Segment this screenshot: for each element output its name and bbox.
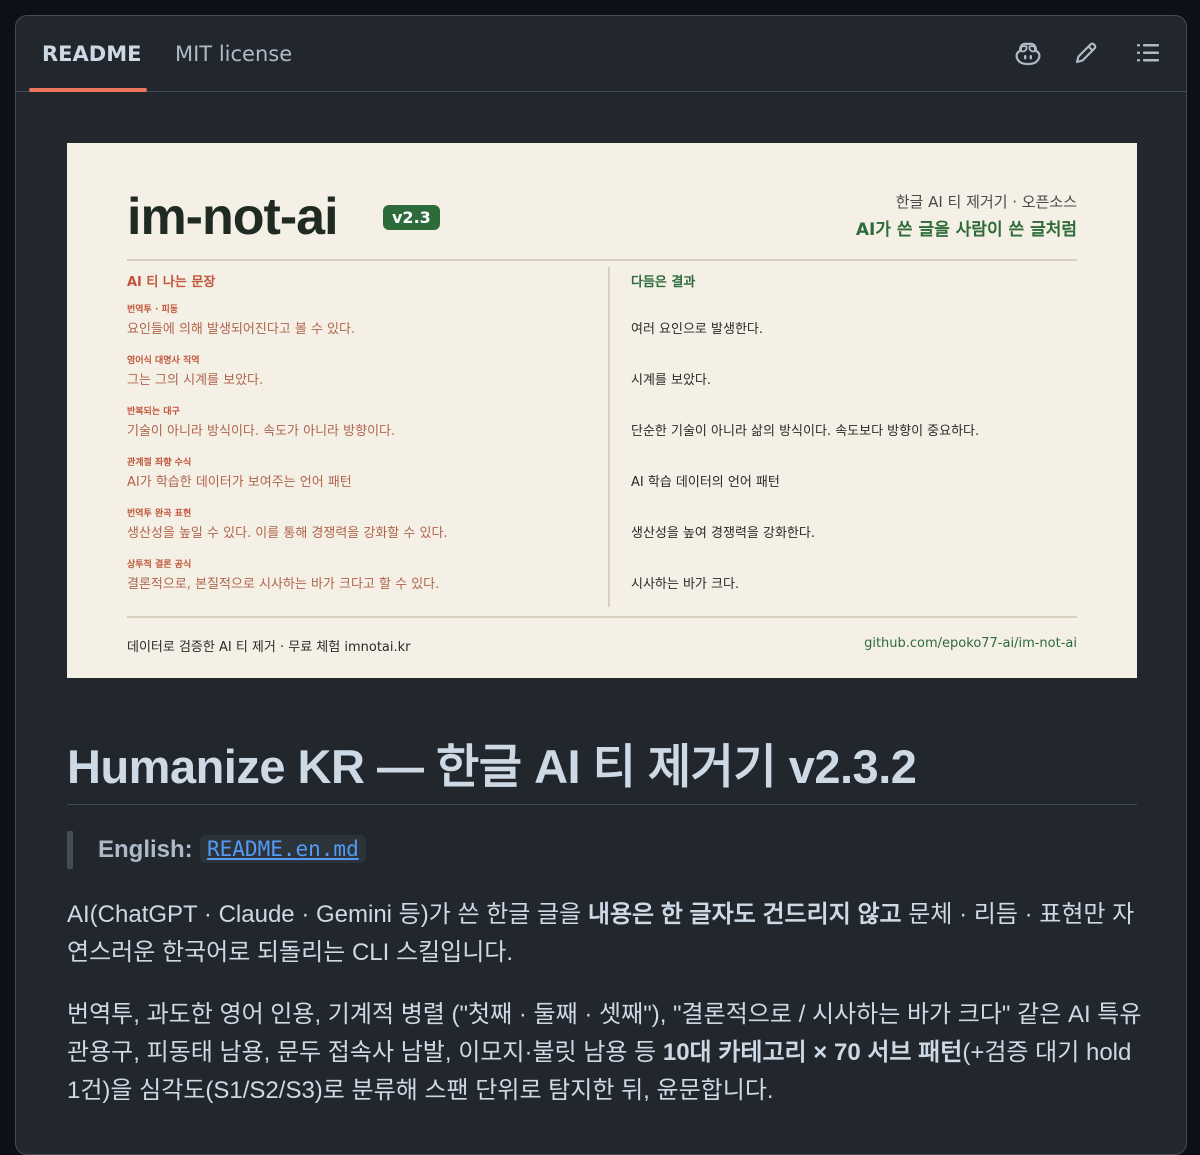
readme-panel: README MIT license im-not-ai v2.3 한글 AI … <box>15 15 1187 1155</box>
english-label: English: <box>98 836 193 863</box>
detail-paragraph: 번역투, 과도한 영어 인용, 기계적 병렬 ("첫째 · 둘째 · 셋째"),… <box>67 996 1142 1110</box>
banner-title: im-not-ai <box>127 188 339 246</box>
banner-footer-text: 데이터로 검증한 AI 티 제거 · 무료 체험 imnotai.kr <box>127 640 411 655</box>
banner-repo-url: github.com/epoko77-ai/im-not-ai <box>864 636 1077 651</box>
before-sentence: AI가 학습한 데이터가 보여주는 언어 패턴 <box>127 475 352 490</box>
row-label: 번역투 완곡 표현 <box>127 509 192 519</box>
row-label: 번역투 · 피동 <box>127 305 179 315</box>
before-sentence: 요인들에 의해 발생되어진다고 볼 수 있다. <box>127 322 356 337</box>
tab-bar: README MIT license <box>16 16 1186 92</box>
banner-top-rule <box>127 259 1077 261</box>
blockquote-bar <box>67 831 73 869</box>
after-sentence: 여러 요인으로 발생한다. <box>631 322 763 337</box>
before-sentence: 기술이 아니라 방식이다. 속도가 아니라 방향이다. <box>127 424 396 439</box>
after-sentence: AI 학습 데이터의 언어 패턴 <box>631 475 780 490</box>
pencil-icon[interactable] <box>1071 38 1101 68</box>
after-column-header: 다듬은 결과 <box>631 275 696 290</box>
version-badge: v2.3 <box>383 205 440 230</box>
after-sentence: 시계를 보았다. <box>631 373 712 388</box>
after-sentence: 시사하는 바가 크다. <box>631 577 740 592</box>
before-column-header: AI 티 나는 문장 <box>127 275 216 290</box>
banner-subtagline: AI가 쓴 글을 사람이 쓴 글처럼 <box>855 220 1077 240</box>
readme-heading: Humanize KR — 한글 AI 티 제거기 v2.3.2 <box>67 740 917 793</box>
before-sentence: 그는 그의 시계를 보았다. <box>127 373 264 388</box>
readme-banner-image: im-not-ai v2.3 한글 AI 티 제거기 · 오픈소스 AI가 쓴 … <box>67 143 1137 678</box>
banner-bottom-rule <box>127 616 1077 618</box>
before-sentence: 결론적으로, 본질적으로 시사하는 바가 크다고 할 수 있다. <box>127 577 440 592</box>
banner-column-divider <box>608 267 610 607</box>
banner-tagline: 한글 AI 티 제거기 · 오픈소스 <box>895 193 1077 211</box>
tab-readme[interactable]: README <box>42 42 141 66</box>
tab-mit-license[interactable]: MIT license <box>175 42 292 66</box>
row-label: 반복되는 대구 <box>127 407 180 417</box>
list-icon[interactable] <box>1133 38 1163 68</box>
intro-text: AI(ChatGPT · Claude · Gemini 등)가 쓴 한글 글을 <box>67 901 588 928</box>
row-label: 관계절 좌향 수식 <box>127 458 192 468</box>
heading-rule <box>67 804 1137 805</box>
row-label: 상투적 결론 공식 <box>127 560 192 570</box>
intro-emphasis: 내용은 한 글자도 건드리지 않고 <box>587 901 902 928</box>
detail-emphasis: 10대 카테고리 × 70 서브 패턴 <box>662 1039 963 1066</box>
row-label: 영어식 대명사 직역 <box>127 356 200 366</box>
after-sentence: 단순한 기술이 아니라 삶의 방식이다. 속도보다 방향이 중요하다. <box>631 424 980 439</box>
readme-en-link[interactable]: README.en.md <box>200 835 366 863</box>
after-sentence: 생산성을 높여 경쟁력을 강화한다. <box>631 526 815 541</box>
active-tab-underline <box>29 88 147 92</box>
before-sentence: 생산성을 높일 수 있다. 이를 통해 경쟁력을 강화할 수 있다. <box>127 526 448 541</box>
copilot-icon[interactable] <box>1013 38 1043 68</box>
intro-paragraph: AI(ChatGPT · Claude · Gemini 등)가 쓴 한글 글을… <box>67 896 1142 972</box>
